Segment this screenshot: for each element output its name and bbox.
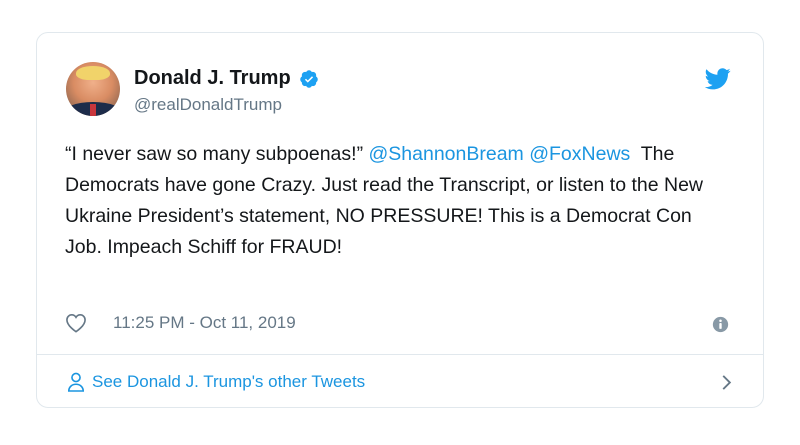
tweet-timestamp[interactable]: 11:25 PM - Oct 11, 2019 xyxy=(113,313,296,333)
author-handle[interactable]: @realDonaldTrump xyxy=(134,95,282,115)
avatar-hair xyxy=(76,66,110,80)
author-name[interactable]: Donald J. Trump xyxy=(134,67,291,90)
avatar[interactable] xyxy=(66,62,120,116)
tweet-card: Donald J. Trump @realDonaldTrump “I neve… xyxy=(36,32,764,408)
info-icon[interactable] xyxy=(712,316,729,333)
avatar-tie xyxy=(90,104,96,116)
person-icon xyxy=(67,372,85,392)
heart-icon[interactable] xyxy=(65,313,87,333)
twitter-bird-icon[interactable] xyxy=(705,68,731,90)
mention-foxnews[interactable]: @FoxNews xyxy=(529,143,630,165)
tweet-meta: 11:25 PM - Oct 11, 2019 xyxy=(65,313,296,333)
see-other-tweets-link[interactable]: See Donald J. Trump's other Tweets xyxy=(67,367,733,397)
tweet-quote: “I never saw so many subpoenas!” xyxy=(65,143,364,165)
verified-badge-icon xyxy=(299,69,318,88)
tweet-text: “I never saw so many subpoenas!” @Shanno… xyxy=(65,139,725,263)
author-name-row[interactable]: Donald J. Trump xyxy=(134,67,319,90)
mention-shannonbream[interactable]: @ShannonBream xyxy=(368,143,523,165)
divider xyxy=(37,354,763,355)
see-other-tweets-label[interactable]: See Donald J. Trump's other Tweets xyxy=(92,372,365,392)
chevron-right-icon[interactable] xyxy=(721,374,733,391)
